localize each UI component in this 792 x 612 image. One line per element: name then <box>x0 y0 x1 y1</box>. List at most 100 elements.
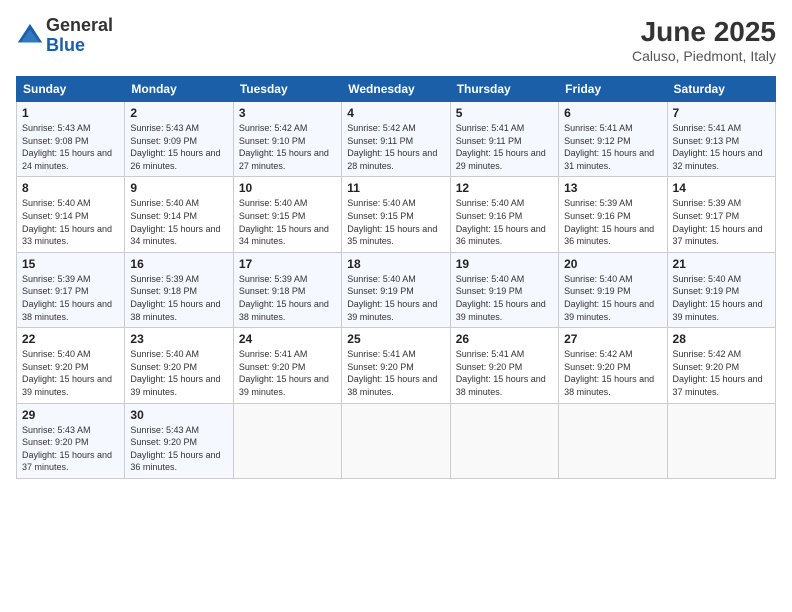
day-number: 24 <box>239 332 336 346</box>
day-info: Sunrise: 5:40 AMSunset: 9:19 PMDaylight:… <box>673 274 763 322</box>
location: Caluso, Piedmont, Italy <box>632 48 776 64</box>
calendar-week-row: 29 Sunrise: 5:43 AMSunset: 9:20 PMDaylig… <box>17 403 776 478</box>
col-sunday: Sunday <box>17 77 125 102</box>
day-number: 11 <box>347 181 444 195</box>
logo-icon <box>16 22 44 50</box>
table-row: 14 Sunrise: 5:39 AMSunset: 9:17 PMDaylig… <box>667 177 775 252</box>
table-row: 19 Sunrise: 5:40 AMSunset: 9:19 PMDaylig… <box>450 252 558 327</box>
table-row: 20 Sunrise: 5:40 AMSunset: 9:19 PMDaylig… <box>559 252 667 327</box>
day-number: 23 <box>130 332 227 346</box>
day-number: 10 <box>239 181 336 195</box>
table-row: 11 Sunrise: 5:40 AMSunset: 9:15 PMDaylig… <box>342 177 450 252</box>
col-friday: Friday <box>559 77 667 102</box>
day-number: 29 <box>22 408 119 422</box>
day-number: 20 <box>564 257 661 271</box>
day-number: 5 <box>456 106 553 120</box>
table-row: 28 Sunrise: 5:42 AMSunset: 9:20 PMDaylig… <box>667 328 775 403</box>
table-row: 27 Sunrise: 5:42 AMSunset: 9:20 PMDaylig… <box>559 328 667 403</box>
day-number: 8 <box>22 181 119 195</box>
table-row <box>450 403 558 478</box>
day-info: Sunrise: 5:41 AMSunset: 9:13 PMDaylight:… <box>673 123 763 171</box>
table-row: 25 Sunrise: 5:41 AMSunset: 9:20 PMDaylig… <box>342 328 450 403</box>
day-info: Sunrise: 5:41 AMSunset: 9:20 PMDaylight:… <box>239 349 329 397</box>
table-row: 10 Sunrise: 5:40 AMSunset: 9:15 PMDaylig… <box>233 177 341 252</box>
day-number: 22 <box>22 332 119 346</box>
calendar-week-row: 8 Sunrise: 5:40 AMSunset: 9:14 PMDayligh… <box>17 177 776 252</box>
table-row <box>667 403 775 478</box>
table-row <box>559 403 667 478</box>
day-info: Sunrise: 5:41 AMSunset: 9:12 PMDaylight:… <box>564 123 654 171</box>
table-row: 21 Sunrise: 5:40 AMSunset: 9:19 PMDaylig… <box>667 252 775 327</box>
day-number: 14 <box>673 181 770 195</box>
calendar-week-row: 1 Sunrise: 5:43 AMSunset: 9:08 PMDayligh… <box>17 102 776 177</box>
col-saturday: Saturday <box>667 77 775 102</box>
day-info: Sunrise: 5:39 AMSunset: 9:16 PMDaylight:… <box>564 198 654 246</box>
table-row: 4 Sunrise: 5:42 AMSunset: 9:11 PMDayligh… <box>342 102 450 177</box>
day-number: 21 <box>673 257 770 271</box>
table-row: 22 Sunrise: 5:40 AMSunset: 9:20 PMDaylig… <box>17 328 125 403</box>
day-number: 3 <box>239 106 336 120</box>
day-number: 1 <box>22 106 119 120</box>
day-info: Sunrise: 5:40 AMSunset: 9:16 PMDaylight:… <box>456 198 546 246</box>
day-info: Sunrise: 5:39 AMSunset: 9:18 PMDaylight:… <box>130 274 220 322</box>
day-info: Sunrise: 5:41 AMSunset: 9:20 PMDaylight:… <box>456 349 546 397</box>
day-info: Sunrise: 5:40 AMSunset: 9:19 PMDaylight:… <box>456 274 546 322</box>
day-info: Sunrise: 5:41 AMSunset: 9:20 PMDaylight:… <box>347 349 437 397</box>
day-number: 9 <box>130 181 227 195</box>
table-row: 9 Sunrise: 5:40 AMSunset: 9:14 PMDayligh… <box>125 177 233 252</box>
table-row: 2 Sunrise: 5:43 AMSunset: 9:09 PMDayligh… <box>125 102 233 177</box>
table-row <box>233 403 341 478</box>
day-info: Sunrise: 5:40 AMSunset: 9:15 PMDaylight:… <box>347 198 437 246</box>
day-number: 15 <box>22 257 119 271</box>
col-thursday: Thursday <box>450 77 558 102</box>
day-info: Sunrise: 5:39 AMSunset: 9:18 PMDaylight:… <box>239 274 329 322</box>
day-info: Sunrise: 5:39 AMSunset: 9:17 PMDaylight:… <box>673 198 763 246</box>
table-row: 26 Sunrise: 5:41 AMSunset: 9:20 PMDaylig… <box>450 328 558 403</box>
table-row: 29 Sunrise: 5:43 AMSunset: 9:20 PMDaylig… <box>17 403 125 478</box>
day-info: Sunrise: 5:42 AMSunset: 9:20 PMDaylight:… <box>564 349 654 397</box>
title-block: June 2025 Caluso, Piedmont, Italy <box>632 16 776 64</box>
logo: General Blue <box>16 16 113 56</box>
table-row <box>342 403 450 478</box>
day-number: 19 <box>456 257 553 271</box>
day-number: 18 <box>347 257 444 271</box>
day-number: 26 <box>456 332 553 346</box>
table-row: 6 Sunrise: 5:41 AMSunset: 9:12 PMDayligh… <box>559 102 667 177</box>
day-info: Sunrise: 5:43 AMSunset: 9:09 PMDaylight:… <box>130 123 220 171</box>
day-info: Sunrise: 5:42 AMSunset: 9:11 PMDaylight:… <box>347 123 437 171</box>
col-monday: Monday <box>125 77 233 102</box>
day-number: 30 <box>130 408 227 422</box>
table-row: 13 Sunrise: 5:39 AMSunset: 9:16 PMDaylig… <box>559 177 667 252</box>
day-number: 6 <box>564 106 661 120</box>
calendar-header-row: Sunday Monday Tuesday Wednesday Thursday… <box>17 77 776 102</box>
day-info: Sunrise: 5:40 AMSunset: 9:19 PMDaylight:… <box>347 274 437 322</box>
col-tuesday: Tuesday <box>233 77 341 102</box>
calendar-week-row: 22 Sunrise: 5:40 AMSunset: 9:20 PMDaylig… <box>17 328 776 403</box>
day-number: 12 <box>456 181 553 195</box>
header: General Blue June 2025 Caluso, Piedmont,… <box>16 16 776 64</box>
day-info: Sunrise: 5:40 AMSunset: 9:20 PMDaylight:… <box>130 349 220 397</box>
table-row: 5 Sunrise: 5:41 AMSunset: 9:11 PMDayligh… <box>450 102 558 177</box>
day-number: 7 <box>673 106 770 120</box>
month-title: June 2025 <box>632 16 776 48</box>
day-info: Sunrise: 5:39 AMSunset: 9:17 PMDaylight:… <box>22 274 112 322</box>
table-row: 16 Sunrise: 5:39 AMSunset: 9:18 PMDaylig… <box>125 252 233 327</box>
table-row: 1 Sunrise: 5:43 AMSunset: 9:08 PMDayligh… <box>17 102 125 177</box>
day-info: Sunrise: 5:43 AMSunset: 9:08 PMDaylight:… <box>22 123 112 171</box>
day-number: 13 <box>564 181 661 195</box>
table-row: 17 Sunrise: 5:39 AMSunset: 9:18 PMDaylig… <box>233 252 341 327</box>
logo-general: General <box>46 16 113 36</box>
col-wednesday: Wednesday <box>342 77 450 102</box>
calendar-week-row: 15 Sunrise: 5:39 AMSunset: 9:17 PMDaylig… <box>17 252 776 327</box>
day-info: Sunrise: 5:43 AMSunset: 9:20 PMDaylight:… <box>130 425 220 473</box>
day-info: Sunrise: 5:42 AMSunset: 9:20 PMDaylight:… <box>673 349 763 397</box>
day-number: 2 <box>130 106 227 120</box>
day-info: Sunrise: 5:43 AMSunset: 9:20 PMDaylight:… <box>22 425 112 473</box>
day-info: Sunrise: 5:40 AMSunset: 9:19 PMDaylight:… <box>564 274 654 322</box>
table-row: 30 Sunrise: 5:43 AMSunset: 9:20 PMDaylig… <box>125 403 233 478</box>
day-info: Sunrise: 5:40 AMSunset: 9:14 PMDaylight:… <box>22 198 112 246</box>
day-number: 16 <box>130 257 227 271</box>
logo-text: General Blue <box>46 16 113 56</box>
logo-blue: Blue <box>46 36 113 56</box>
day-info: Sunrise: 5:41 AMSunset: 9:11 PMDaylight:… <box>456 123 546 171</box>
